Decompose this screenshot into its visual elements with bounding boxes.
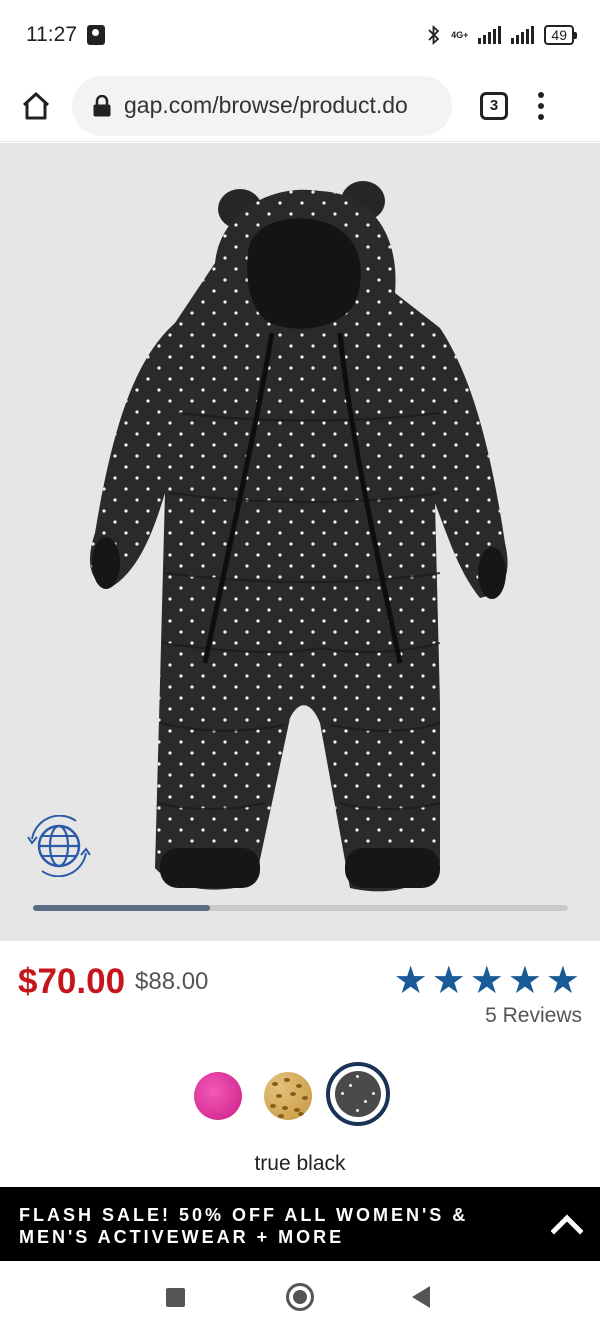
lock-icon xyxy=(93,94,111,116)
signal-icon-1 xyxy=(478,26,502,44)
url-text: gap.com/browse/product.do xyxy=(124,92,408,118)
overflow-menu-button[interactable] xyxy=(538,91,544,120)
status-time: 11:27 xyxy=(26,23,77,46)
menu-dot-icon xyxy=(538,113,544,120)
star-icon: ★ xyxy=(469,960,504,1002)
swatch-pink[interactable] xyxy=(194,1072,242,1120)
parking-notification-icon xyxy=(87,25,105,45)
home-nav-button[interactable] xyxy=(286,1283,314,1311)
chevron-up-icon[interactable] xyxy=(551,1211,583,1235)
status-icons: 4G+ 49 xyxy=(427,25,577,45)
price-rating-row: $70.00 $88.00 ★ ★ ★ ★ ★ 5 Reviews xyxy=(0,942,600,1042)
swatch-true-black-selected[interactable] xyxy=(326,1062,390,1126)
translate-globe-button[interactable] xyxy=(26,815,92,877)
star-icon: ★ xyxy=(545,960,580,1002)
color-swatches xyxy=(0,1062,600,1132)
home-button[interactable] xyxy=(0,70,72,142)
system-nav-bar xyxy=(0,1262,600,1332)
battery-icon: 49 xyxy=(544,25,577,45)
bluetooth-icon xyxy=(428,25,440,45)
swatch-true-black xyxy=(335,1071,381,1117)
star-icon: ★ xyxy=(507,960,542,1002)
reviews-link[interactable]: 5 Reviews xyxy=(485,1004,582,1028)
home-icon xyxy=(22,92,50,119)
carousel-progress-track xyxy=(33,905,568,911)
flash-sale-text: FLASH SALE! 50% OFF ALL WOMEN'S & MEN'S … xyxy=(19,1205,469,1247)
flash-sale-banner[interactable]: FLASH SALE! 50% OFF ALL WOMEN'S & MEN'S … xyxy=(0,1187,600,1261)
carousel-progress-fill xyxy=(33,905,210,911)
sale-price: $70.00 xyxy=(18,962,126,1001)
recents-button[interactable] xyxy=(166,1288,185,1307)
star-icon: ★ xyxy=(393,960,428,1002)
rating-stars[interactable]: ★ ★ ★ ★ ★ xyxy=(394,962,580,1000)
menu-dot-icon xyxy=(538,91,544,98)
tab-switcher-button[interactable]: 3 xyxy=(480,91,508,120)
menu-dot-icon xyxy=(538,102,544,109)
network-label: 4G+ xyxy=(451,30,469,40)
browser-toolbar: gap.com/browse/product.do 3 xyxy=(0,70,600,142)
signal-icon-2 xyxy=(511,26,535,44)
globe-icon xyxy=(27,815,91,877)
address-bar[interactable]: gap.com/browse/product.do xyxy=(72,75,452,136)
swatch-leopard[interactable] xyxy=(264,1072,312,1120)
selected-color-name: true black xyxy=(254,1152,346,1175)
product-image-carousel[interactable] xyxy=(0,143,600,941)
original-price: $88.00 xyxy=(135,968,209,995)
back-button[interactable] xyxy=(412,1286,430,1308)
star-icon: ★ xyxy=(431,960,466,1002)
status-bar: 11:27 4G+ 49 xyxy=(0,0,600,70)
